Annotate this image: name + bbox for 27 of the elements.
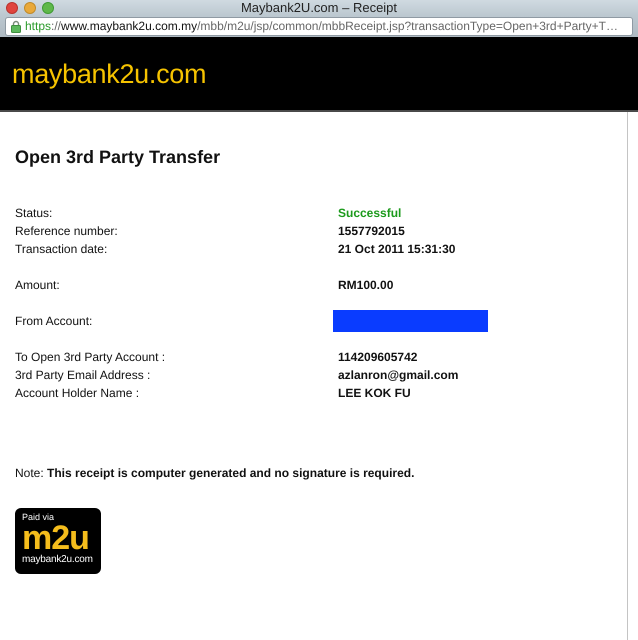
window-title: Maybank2U.com – Receipt [240,0,398,15]
badge-site: maybank2u.com [22,554,93,566]
field-label: From Account: [15,313,94,330]
field-value: RM100.00 [338,277,394,294]
site-logo[interactable]: maybank2u.com [12,58,206,90]
badge-caption: Paid via [22,512,54,523]
maximize-icon[interactable] [42,2,54,14]
field-value: azlanron@gmail.com [338,367,458,384]
field-label: Status: [15,205,54,222]
field-value: 114209605742 [338,349,418,366]
minimize-icon[interactable] [24,2,36,14]
field-label: Account Holder Name : [15,385,140,402]
field-label: 3rd Party Email Address : [15,367,152,384]
field-label: Transaction date: [15,241,108,258]
field-label: Reference number: [15,223,119,240]
status-value: Successful [338,205,402,222]
field-value: 21 Oct 2011 15:31:30 [338,241,456,258]
field-value: 1557792015 [338,223,405,240]
address-field[interactable]: https://www.maybank2u.com.my/mbb/m2u/jsp/common/mbbReceipt.jsp?transactionType=Open+3rd+Party+T… [5,16,633,36]
field-label: Amount: [15,277,61,294]
close-icon[interactable] [6,2,18,14]
badge-logo: m2u [22,523,89,554]
field-label: To Open 3rd Party Account : [15,349,166,366]
page-title: Open 3rd Party Transfer [15,146,220,168]
lock-icon [11,20,21,32]
field-value: LEE KOK FU [338,385,411,402]
receipt-note: Note: This receipt is computer generated and no signature is required. [15,465,414,482]
